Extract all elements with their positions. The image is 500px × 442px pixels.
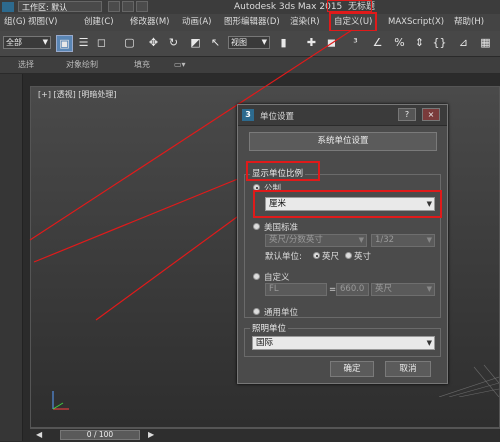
fraction-dropdown[interactable]: 1/32 ▼: [371, 234, 435, 247]
custom-unit-dropdown[interactable]: 英尺 ▼: [371, 283, 435, 296]
display-scale-highlight: [246, 161, 320, 181]
feet-label: 英尺: [322, 252, 340, 262]
custom-radio[interactable]: [253, 273, 260, 280]
custom-value-field[interactable]: 660.0: [336, 283, 369, 296]
help-button[interactable]: ?: [398, 108, 416, 121]
chevron-down-icon: ▼: [426, 236, 432, 244]
dialog-title: 单位设置: [260, 112, 295, 122]
chevron-down-icon: ▼: [358, 236, 364, 244]
inches-label: 英寸: [354, 252, 372, 262]
default-units-label: 默认单位:: [265, 252, 302, 262]
cancel-button[interactable]: 取消: [385, 361, 431, 377]
custom-label: 自定义: [264, 273, 290, 283]
dialog-title-bar: 3 单位设置 ? ×: [238, 105, 447, 126]
inches-radio[interactable]: [345, 252, 352, 259]
lighting-units-label: 照明单位: [250, 322, 289, 334]
close-button[interactable]: ×: [422, 108, 440, 121]
units-setup-dialog: 3 单位设置 ? × 系统单位设置 显示单位比例 公制 厘米 ▼ 美国标准 英尺/…: [237, 104, 448, 384]
chevron-down-icon: ▼: [426, 339, 432, 347]
feet-radio[interactable]: [313, 252, 320, 259]
custom-name-field[interactable]: FL: [265, 283, 327, 296]
lighting-units-dropdown[interactable]: 国际 ▼: [252, 336, 435, 350]
generic-units-radio[interactable]: [253, 308, 260, 315]
us-units-dropdown[interactable]: 英尺/分数英寸 ▼: [265, 234, 367, 247]
app-logo-icon: 3: [242, 109, 254, 121]
chevron-down-icon: ▼: [426, 285, 432, 293]
us-standard-radio[interactable]: [253, 223, 260, 230]
system-unit-setup-button[interactable]: 系统单位设置: [249, 132, 437, 151]
generic-units-label: 通用单位: [264, 308, 299, 318]
us-standard-label: 美国标准: [264, 223, 299, 233]
metric-dropdown-highlight: [253, 190, 442, 218]
ok-button[interactable]: 确定: [330, 361, 374, 377]
